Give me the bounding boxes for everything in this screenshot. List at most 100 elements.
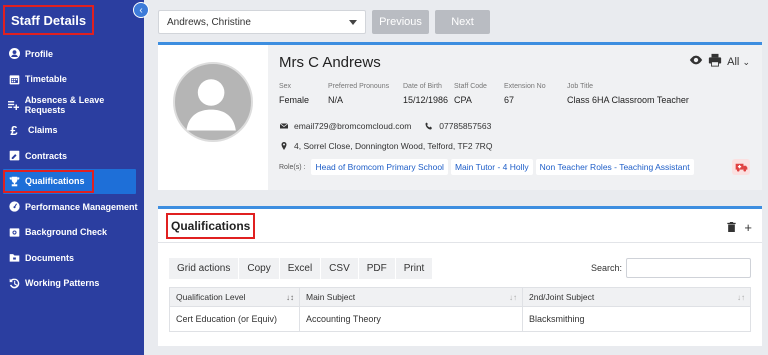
table-cell: Accounting Theory <box>299 306 523 332</box>
view-filter-value: All <box>727 55 740 68</box>
copy-button[interactable]: Copy <box>239 258 280 279</box>
table-cell: Blacksmithing <box>522 306 751 332</box>
staff-select-value: Andrews, Christine <box>167 16 251 28</box>
grid-actions-button[interactable]: Grid actions <box>169 258 240 279</box>
role-badge[interactable]: Main Tutor - 4 Holly <box>450 159 533 175</box>
field-label: Staff Code <box>454 83 487 90</box>
staff-select[interactable]: Andrews, Christine <box>158 10 366 34</box>
staff-name: Mrs C Andrews <box>279 54 381 71</box>
eye-icon[interactable] <box>689 53 703 70</box>
contact-row: email729@bromcomcloud.com 07785857563 <box>279 121 491 131</box>
field-job-title: Job Title Class 6HA Classroom Teacher <box>567 83 707 105</box>
column-header-qualification-level[interactable]: Qualification Level ↓↕ <box>169 287 300 307</box>
sidebar-item-contracts[interactable]: Contracts <box>0 143 144 169</box>
sidebar-item-claims[interactable]: £ Claims <box>0 118 144 144</box>
sidebar-item-label: Claims <box>28 125 58 136</box>
qualifications-header: Qualifications + <box>158 209 762 243</box>
trophy-icon <box>8 175 20 187</box>
chevron-down-icon: ⌄ <box>742 56 750 67</box>
pdf-button[interactable]: PDF <box>358 258 396 279</box>
phone-icon <box>424 122 434 130</box>
avatar-panel <box>158 45 268 190</box>
field-value: 15/12/1986 <box>403 95 449 105</box>
gauge-icon <box>8 201 20 213</box>
field-value: 67 <box>504 95 515 105</box>
column-header-label: 2nd/Joint Subject <box>529 292 595 302</box>
sidebar-header: Staff Details <box>0 0 144 40</box>
person-circle-icon <box>8 48 20 60</box>
column-header-joint-subject[interactable]: 2nd/Joint Subject ↓↑ <box>522 287 751 307</box>
address-row: 4, Sorrel Close, Donnington Wood, Telfor… <box>279 141 492 151</box>
column-header-label: Main Subject <box>306 292 356 302</box>
role-badge[interactable]: Non Teacher Roles - Teaching Assistant <box>535 159 694 175</box>
sidebar-item-background-check[interactable]: Background Check <box>0 220 144 246</box>
role-badge[interactable]: Head of Bromcom Primary School <box>311 159 448 175</box>
print-icon[interactable] <box>708 53 722 70</box>
trash-icon[interactable] <box>727 220 737 235</box>
history-icon <box>8 277 20 289</box>
envelope-icon <box>279 122 289 130</box>
calendar-icon <box>8 73 20 85</box>
sidebar-item-label: Background Check <box>25 227 108 238</box>
folder-icon <box>8 252 20 264</box>
search-input[interactable] <box>626 258 751 278</box>
csv-button[interactable]: CSV <box>321 258 359 279</box>
field-label: Preferred Pronouns <box>328 83 390 90</box>
field-extension: Extension No 67 <box>504 83 567 105</box>
field-value: CPA <box>454 95 472 105</box>
table-header-row: Qualification Level ↓↕ Main Subject ↓↑ 2nd… <box>169 287 751 307</box>
table-row[interactable]: Cert Education (or Equiv) Accounting The… <box>169 306 751 332</box>
field-value: N/A <box>328 95 344 105</box>
field-value: Class 6HA Classroom Teacher <box>567 95 689 105</box>
sidebar-item-timetable[interactable]: Timetable <box>0 67 144 93</box>
add-icon[interactable]: + <box>744 220 752 235</box>
qualifications-actions: + <box>727 220 752 235</box>
field-staff-code: Staff Code CPA <box>454 83 504 105</box>
staff-fields: Sex Female Preferred Pronouns N/A Date o… <box>279 83 707 105</box>
field-label: Job Title <box>567 83 594 90</box>
next-button[interactable]: Next <box>435 10 490 34</box>
sidebar-item-label: Documents <box>25 252 75 263</box>
chevron-left-icon: ‹ <box>139 4 143 16</box>
sidebar-item-documents[interactable]: Documents <box>0 245 144 271</box>
table-cell: Cert Education (or Equiv) <box>169 306 300 332</box>
location-pin-icon <box>279 142 289 150</box>
sidebar-item-working-patterns[interactable]: Working Patterns <box>0 271 144 297</box>
sidebar-collapse-button[interactable]: ‹ <box>133 2 149 18</box>
user-silhouette-icon <box>186 79 236 131</box>
column-header-label: Qualification Level <box>176 292 246 302</box>
chevron-down-icon <box>349 19 357 25</box>
medical-alert-button[interactable] <box>732 159 750 175</box>
previous-button[interactable]: Previous <box>372 10 429 34</box>
avatar <box>173 62 253 142</box>
pound-icon: £ <box>10 122 18 138</box>
qualifications-title: Qualifications <box>166 212 256 239</box>
contract-icon <box>8 150 20 162</box>
sidebar-item-label: Qualifications <box>25 176 85 187</box>
field-sex: Sex Female <box>279 83 328 105</box>
roles-label: Role(s) : <box>279 163 306 171</box>
sidebar-item-label: Performance Management <box>25 201 138 212</box>
staff-email[interactable]: email729@bromcomcloud.com <box>294 121 411 131</box>
id-card-icon <box>8 226 20 238</box>
field-value: Female <box>279 95 310 105</box>
print-button[interactable]: Print <box>395 258 434 279</box>
view-filter-select[interactable]: All ⌄ <box>727 56 750 68</box>
excel-button[interactable]: Excel <box>279 258 322 279</box>
grid-toolbar: Grid actions Copy Excel CSV PDF Print <box>169 258 434 279</box>
sidebar-item-qualifications[interactable]: Qualifications <box>3 168 136 194</box>
sidebar-item-label: Profile <box>25 48 54 59</box>
sort-icon: ↓↑ <box>509 293 517 302</box>
sort-desc-icon: ↓↕ <box>286 293 294 302</box>
staff-address: 4, Sorrel Close, Donnington Wood, Telfor… <box>294 141 493 151</box>
sidebar-item-profile[interactable]: Profile <box>0 41 144 67</box>
column-header-main-subject[interactable]: Main Subject ↓↑ <box>299 287 523 307</box>
sidebar-item-performance[interactable]: Performance Management <box>0 194 144 220</box>
staff-phone[interactable]: 07785857563 <box>439 121 491 131</box>
sidebar-item-absences[interactable]: Absences & Leave Requests <box>0 92 144 118</box>
sidebar-item-label: Working Patterns <box>25 278 100 289</box>
field-dob: Date of Birth 15/12/1986 <box>403 83 454 105</box>
field-label: Date of Birth <box>403 83 442 90</box>
staff-info-panel: Mrs C Andrews All ⌄ Sex Female Preferred… <box>268 45 762 190</box>
staff-navigation-bar: Andrews, Christine Previous Next <box>158 10 490 34</box>
